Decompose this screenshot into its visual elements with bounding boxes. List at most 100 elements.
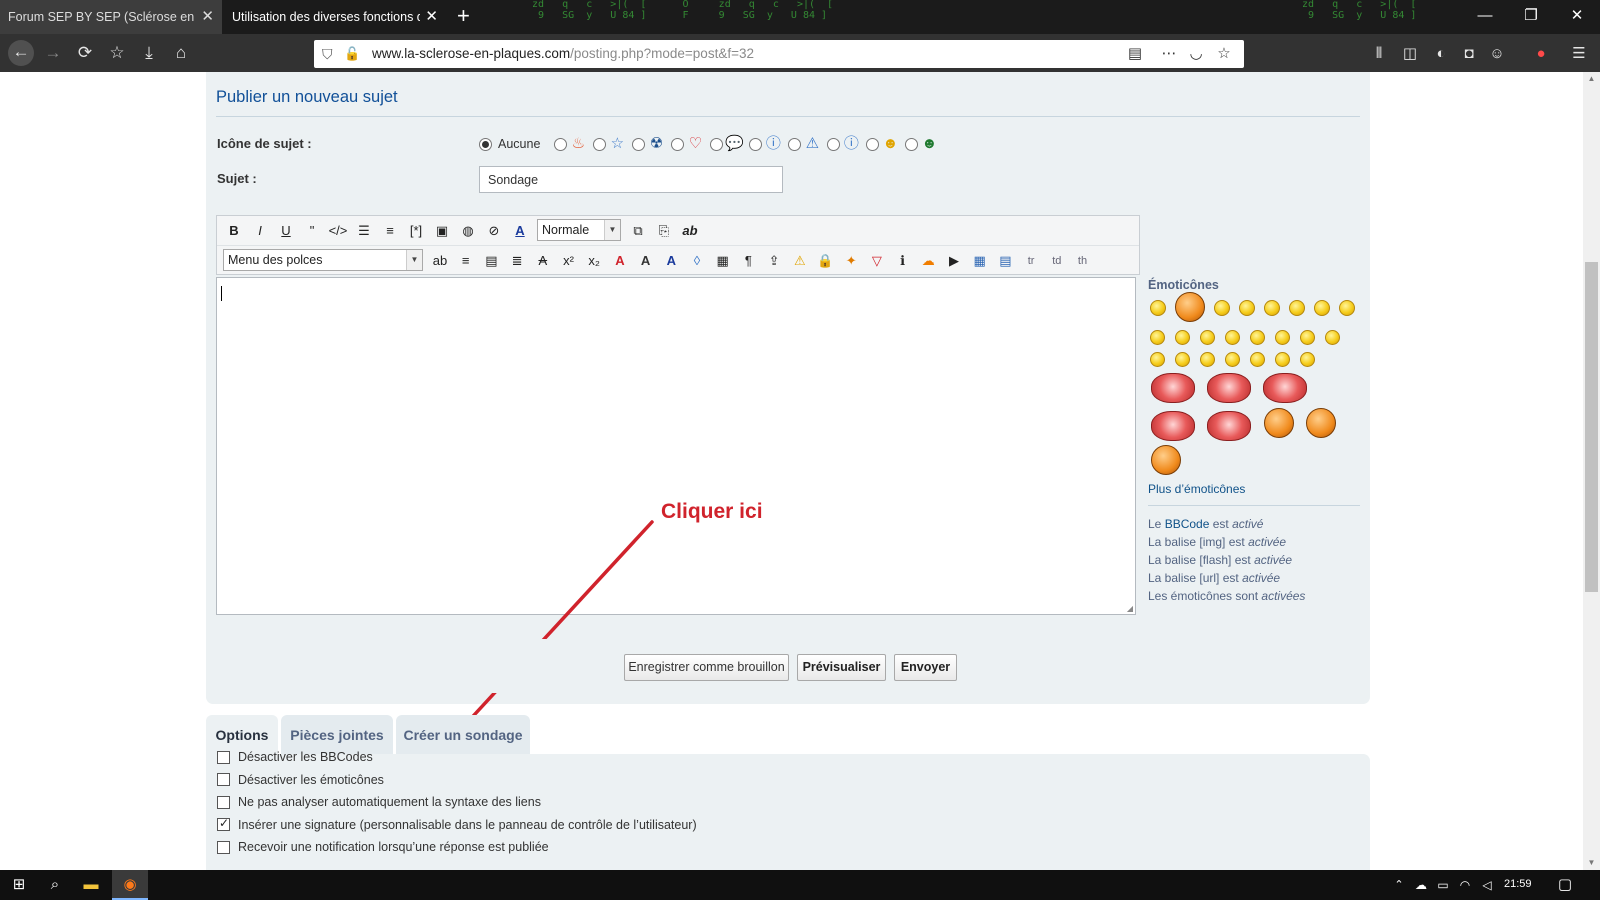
topic-icon-option[interactable]: ☻ [866, 135, 899, 153]
smiley-icon[interactable] [1200, 330, 1215, 345]
more-emoticons-link[interactable]: Plus d’émoticônes [1148, 482, 1245, 496]
smiley-icon[interactable] [1200, 352, 1215, 367]
radio-button[interactable] [593, 137, 607, 151]
option-row[interactable]: Désactiver les émoticônes [217, 773, 384, 787]
reload-icon[interactable]: ⟳ [73, 41, 97, 65]
topic-icon-option[interactable]: ♡ [671, 135, 704, 153]
radio-button[interactable] [479, 137, 492, 151]
table2-button[interactable]: ▤ [994, 250, 1016, 272]
volume-icon[interactable]: ◁ [1479, 874, 1495, 896]
smiley-icon[interactable] [1314, 300, 1330, 316]
close-icon[interactable]: ✕ [201, 0, 214, 34]
smiley-icon[interactable] [1150, 352, 1165, 367]
subscript-button[interactable]: x₂ [583, 250, 605, 272]
more-icon[interactable]: ⋯ [1160, 45, 1178, 63]
option-checkbox[interactable] [217, 773, 230, 786]
radio-button[interactable] [671, 137, 685, 151]
scroll-up-icon[interactable]: ▲ [1583, 72, 1600, 86]
extension-icon[interactable]: ◐ [1430, 43, 1452, 65]
superscript-button[interactable]: x² [558, 250, 580, 272]
highlight-button[interactable]: ab [429, 250, 451, 272]
restore-icon[interactable]: ❐ [1508, 0, 1554, 34]
preview-button[interactable]: Prévisualiser [797, 654, 886, 681]
smiley-icon[interactable] [1175, 292, 1205, 322]
option-checkbox[interactable] [217, 750, 230, 764]
insecure-lock-icon[interactable]: 🔓 [344, 45, 362, 63]
cupid-smiley-icon[interactable] [1263, 373, 1307, 403]
radio-button[interactable] [866, 137, 880, 151]
close-icon[interactable]: ✕ [425, 0, 438, 34]
file-explorer-icon[interactable]: ▬ [80, 874, 102, 896]
tab-options[interactable]: Options [206, 715, 278, 755]
hide-button[interactable]: ▽ [866, 250, 888, 272]
italic-button[interactable]: I [249, 220, 271, 242]
search-icon[interactable]: ⌕ [44, 874, 66, 896]
flash-button[interactable]: ⊘ [483, 220, 505, 242]
smiley-icon[interactable] [1175, 330, 1190, 345]
cupid-smiley-icon[interactable] [1151, 411, 1195, 441]
option-checkbox[interactable] [217, 795, 230, 809]
smiley-icon[interactable] [1150, 300, 1166, 316]
topic-icon-option[interactable]: ☻ [905, 135, 938, 153]
align-right-button[interactable]: ≣ [506, 250, 528, 272]
vertical-scrollbar[interactable]: ▲ ▼ [1583, 72, 1600, 870]
td-button[interactable]: td [1046, 250, 1068, 272]
lock-button[interactable]: 🔒 [815, 250, 837, 272]
laughing-smiley-icon[interactable] [1264, 408, 1294, 438]
topic-icon-option[interactable]: ⚠ [788, 135, 821, 153]
option-checkbox[interactable] [217, 840, 230, 854]
reader-view-icon[interactable]: ▤ [1126, 45, 1144, 63]
align-center-button[interactable]: ≡ [455, 250, 477, 272]
gradient-button[interactable]: ▦ [712, 250, 734, 272]
forward-icon[interactable]: → [41, 41, 65, 65]
drop-button[interactable]: ◊ [686, 250, 708, 272]
wifi-icon[interactable]: ◠ [1457, 874, 1473, 896]
account-icon[interactable]: ☺ [1486, 43, 1508, 65]
radio-button[interactable] [827, 137, 841, 151]
table-button[interactable]: ▦ [969, 250, 991, 272]
bold-button[interactable]: B [223, 220, 245, 242]
library-icon[interactable]: ⫴ [1368, 43, 1390, 65]
cupid-smiley-icon[interactable] [1207, 411, 1251, 441]
option-row[interactable]: Insérer une signature (personnalisable d… [217, 816, 697, 832]
info-button[interactable]: ℹ [892, 250, 914, 272]
video-button[interactable]: ▶ [943, 250, 965, 272]
url-bar[interactable]: ⛉ 🔓 www.la-sclerose-en-plaques.com/posti… [314, 40, 1244, 68]
scrollbar-thumb[interactable] [1585, 262, 1598, 592]
upload-button[interactable]: ⇪ [763, 250, 785, 272]
extension-icon[interactable]: ◘ [1458, 43, 1480, 65]
windows-start-icon[interactable]: ⊞ [8, 874, 30, 896]
sidebar-icon[interactable]: ◫ [1399, 43, 1421, 65]
radio-button[interactable] [710, 137, 724, 151]
glow-text-button[interactable]: A [660, 250, 682, 272]
th-button[interactable]: th [1072, 250, 1094, 272]
soundcloud-button[interactable]: ☁ [917, 250, 939, 272]
paste-button[interactable]: ⎘ [653, 220, 675, 242]
save-draft-button[interactable]: Enregistrer comme brouillon [624, 654, 789, 681]
adblock-icon[interactable]: ● [1530, 43, 1552, 65]
scroll-down-icon[interactable]: ▼ [1583, 856, 1600, 870]
tab-create-poll[interactable]: Créer un sondage [396, 715, 530, 755]
font-color-button[interactable]: A [509, 220, 531, 242]
window-close-icon[interactable]: ✕ [1554, 0, 1600, 34]
bookmark-star-icon[interactable]: ☆ [105, 41, 129, 65]
shadow-text-button[interactable]: A [635, 250, 657, 272]
firefox-menu-icon[interactable]: ☰ [1568, 43, 1590, 65]
smiley-icon[interactable] [1300, 330, 1315, 345]
smiley-icon[interactable] [1239, 300, 1255, 316]
option-row[interactable]: Désactiver les BBCodes [217, 750, 373, 764]
radio-button[interactable] [905, 137, 919, 151]
download-icon[interactable]: ⤓ [137, 41, 161, 65]
submit-button[interactable]: Envoyer [894, 654, 957, 681]
topic-icon-option[interactable]: 💬 [710, 135, 744, 153]
paragraph-button[interactable]: ¶ [737, 250, 759, 272]
onedrive-icon[interactable]: ☁ [1413, 874, 1429, 896]
smiley-icon[interactable] [1214, 300, 1230, 316]
radio-button[interactable] [749, 137, 763, 151]
list-item-button[interactable]: [*] [405, 220, 427, 242]
message-textarea[interactable]: ◢ [216, 277, 1136, 615]
smiley-icon[interactable] [1289, 300, 1305, 316]
subject-input[interactable] [479, 166, 783, 193]
smiley-icon[interactable] [1339, 300, 1355, 316]
tr-button[interactable]: tr [1020, 250, 1042, 272]
